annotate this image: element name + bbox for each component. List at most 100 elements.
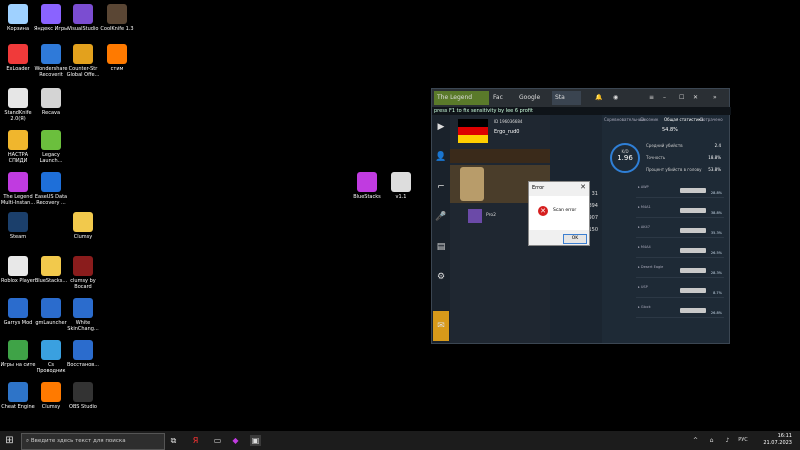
app-icon — [107, 4, 127, 24]
app-icon — [73, 382, 93, 402]
language-indicator[interactable]: РУС — [736, 435, 750, 446]
tab-spent[interactable]: Потрачено — [700, 117, 723, 122]
tab-google[interactable]: Google — [516, 91, 553, 105]
desktop-icon[interactable]: BlueStacks... — [33, 256, 69, 284]
app-icon — [41, 256, 61, 276]
desktop-icon[interactable]: VisualStudio — [65, 4, 101, 32]
weapon-row[interactable]: ▸ AWP 28.8% — [636, 185, 724, 198]
desktop-icon[interactable]: Игры на сите — [0, 340, 36, 368]
stats-icon[interactable]: ▤ — [435, 241, 447, 253]
desktop-icon[interactable]: ExLoader — [0, 44, 36, 72]
clock[interactable]: 16:11 21.07.2023 — [763, 433, 792, 447]
minimize-icon[interactable]: – — [660, 91, 675, 105]
app-taskbar-icon[interactable]: ▣ — [250, 435, 261, 446]
stat-label: Процент убийств в голову — [646, 167, 702, 172]
windows-start-icon[interactable]: ⊞ — [4, 435, 15, 446]
tab-fac[interactable]: Fac — [490, 91, 515, 105]
desktop-icon[interactable]: Counter-Str Global Offe... — [65, 44, 101, 78]
weapon-accuracy: 38.8% — [710, 211, 722, 215]
desktop-icon[interactable]: Корзина — [0, 4, 36, 32]
desktop-icon[interactable]: НАСТРА СПИДИ — [0, 130, 36, 164]
desktop-icon[interactable]: Cheat Engine — [0, 382, 36, 410]
mic-icon[interactable]: 🎤 — [435, 211, 447, 223]
desktop-icon[interactable]: gmLauncher — [33, 298, 69, 326]
tab-the-legend[interactable]: The Legend — [434, 91, 489, 105]
bluestacks-taskbar-icon[interactable]: ◆ — [230, 435, 241, 446]
play-icon[interactable]: ▶ — [435, 121, 447, 133]
tab-sta[interactable]: Sta — [552, 91, 581, 105]
user-icon[interactable]: 👤 — [435, 151, 447, 163]
weapon-row[interactable]: ▸ AK47 35.3% — [636, 225, 724, 238]
weapon-icon — [680, 268, 706, 273]
desktop-icon[interactable]: v1.1 — [383, 172, 419, 200]
weapon-name: ▸ USP — [638, 285, 648, 289]
left-nav: ▶ 👤 ⌐ 🎤 ▤ ⚙ ✉ — [432, 115, 450, 343]
weapon-row[interactable]: ▸ M4A4 26.5% — [636, 245, 724, 258]
app-icon — [41, 172, 61, 192]
desktop-icon-label: v1.1 — [395, 194, 407, 200]
desktop-icon-label: VisualStudio — [67, 26, 99, 32]
clock-time: 16:11 — [777, 433, 792, 439]
stat-value: 18.8% — [708, 155, 721, 160]
weapon-row[interactable]: ▸ Glock 26.8% — [636, 305, 724, 318]
task-view-icon[interactable]: ⧉ — [168, 435, 179, 446]
desktop-icon[interactable]: BlueStacks — [349, 172, 385, 200]
desktop-icon[interactable]: Wondershare Recoverit — [33, 44, 69, 78]
yandex-icon[interactable]: Я — [190, 435, 201, 446]
desktop-icon[interactable]: Recava — [33, 88, 69, 116]
settings-icon[interactable]: ⚙ — [435, 271, 447, 283]
maximize-icon[interactable]: ☐ — [676, 91, 691, 105]
desktop-icon[interactable]: Cs Проводник — [33, 340, 69, 374]
desktop-icon[interactable]: Яндекс Игры — [33, 4, 69, 32]
profile-icon[interactable]: ◉ — [610, 91, 625, 105]
weapon-row[interactable]: ▸ M4A1 38.8% — [636, 205, 724, 218]
file-explorer-icon[interactable]: ▭ — [212, 435, 223, 446]
desktop-icon[interactable]: StandKnife 2.0(Я) — [0, 88, 36, 122]
desktop-icon[interactable]: Восстанов... — [65, 340, 101, 368]
desktop-icon[interactable]: clumsy by Bocard — [65, 256, 101, 290]
app-icon — [41, 44, 61, 64]
tray-chevron-icon[interactable]: ^ — [690, 435, 701, 446]
dialog-close-icon[interactable]: ✕ — [580, 183, 586, 191]
desktop-icon[interactable]: White SkinChang... — [65, 298, 101, 332]
desktop-icon[interactable]: Steam — [0, 212, 36, 240]
desktop-icon[interactable]: The Legend Multi-Instan... — [0, 172, 36, 206]
taskbar: ⊞ ⌕ Введите здесь текст для поиска ⧉ Я ▭… — [0, 431, 800, 450]
tab-competitive[interactable]: Соревновательный — [604, 117, 645, 122]
app-icon — [8, 340, 28, 360]
mail-icon[interactable]: ✉ — [433, 311, 449, 341]
gun-icon[interactable]: ⌐ — [435, 181, 447, 193]
app-icon — [73, 212, 93, 232]
desktop-icon-label: clumsy by Bocard — [70, 278, 96, 290]
weapon-icon — [680, 288, 706, 293]
desktop-icon[interactable]: CoolKnife 1.3 — [99, 4, 135, 32]
desktop-icon[interactable]: стим — [99, 44, 135, 72]
desktop-icon-label: Cs Проводник — [36, 362, 66, 374]
weapon-row[interactable]: ▸ Desert Eagle 28.3% — [636, 265, 724, 278]
close-icon[interactable]: ✕ — [690, 91, 705, 105]
desktop-icon[interactable]: Roblox Player — [0, 256, 36, 284]
search-placeholder: Введите здесь текст для поиска — [30, 438, 126, 444]
desktop-icon[interactable]: Garrys Mod — [0, 298, 36, 326]
tab-overall-stats[interactable]: Общая статистика — [664, 117, 703, 122]
network-icon[interactable]: ⌂ — [706, 435, 717, 446]
desktop-icon[interactable]: OBS Studio — [65, 382, 101, 410]
error-icon: ✕ — [538, 206, 548, 216]
tab-allies[interactable]: Союзник — [640, 117, 658, 122]
kd-gauge: K/D 1.96 — [610, 143, 640, 173]
taskbar-search[interactable]: ⌕ Введите здесь текст для поиска — [21, 433, 165, 450]
desktop-icon[interactable]: Legacy Launch... — [33, 130, 69, 164]
ok-button[interactable]: OK — [563, 234, 587, 244]
notification-icon[interactable]: 🔔 — [592, 91, 607, 105]
desktop-icon[interactable]: EaseUS Data Recovery ... — [33, 172, 69, 206]
expand-icon[interactable]: » — [710, 91, 725, 105]
desktop-icon[interactable]: Clumsy — [65, 212, 101, 240]
menu-icon[interactable]: ≡ — [646, 91, 661, 105]
weapon-row[interactable]: ▸ USP 8.7% — [636, 285, 724, 298]
desktop-icon[interactable]: Clumsy — [33, 382, 69, 410]
error-dialog: Error ✕ ✕ Scan error OK — [528, 181, 590, 246]
volume-icon[interactable]: ♪ — [722, 435, 733, 446]
desktop-icon-label: Garrys Mod — [3, 320, 33, 326]
address-bar[interactable]: press F1 to fix sensitivity by lee 6 pro… — [432, 107, 731, 115]
app-icon — [391, 172, 411, 192]
